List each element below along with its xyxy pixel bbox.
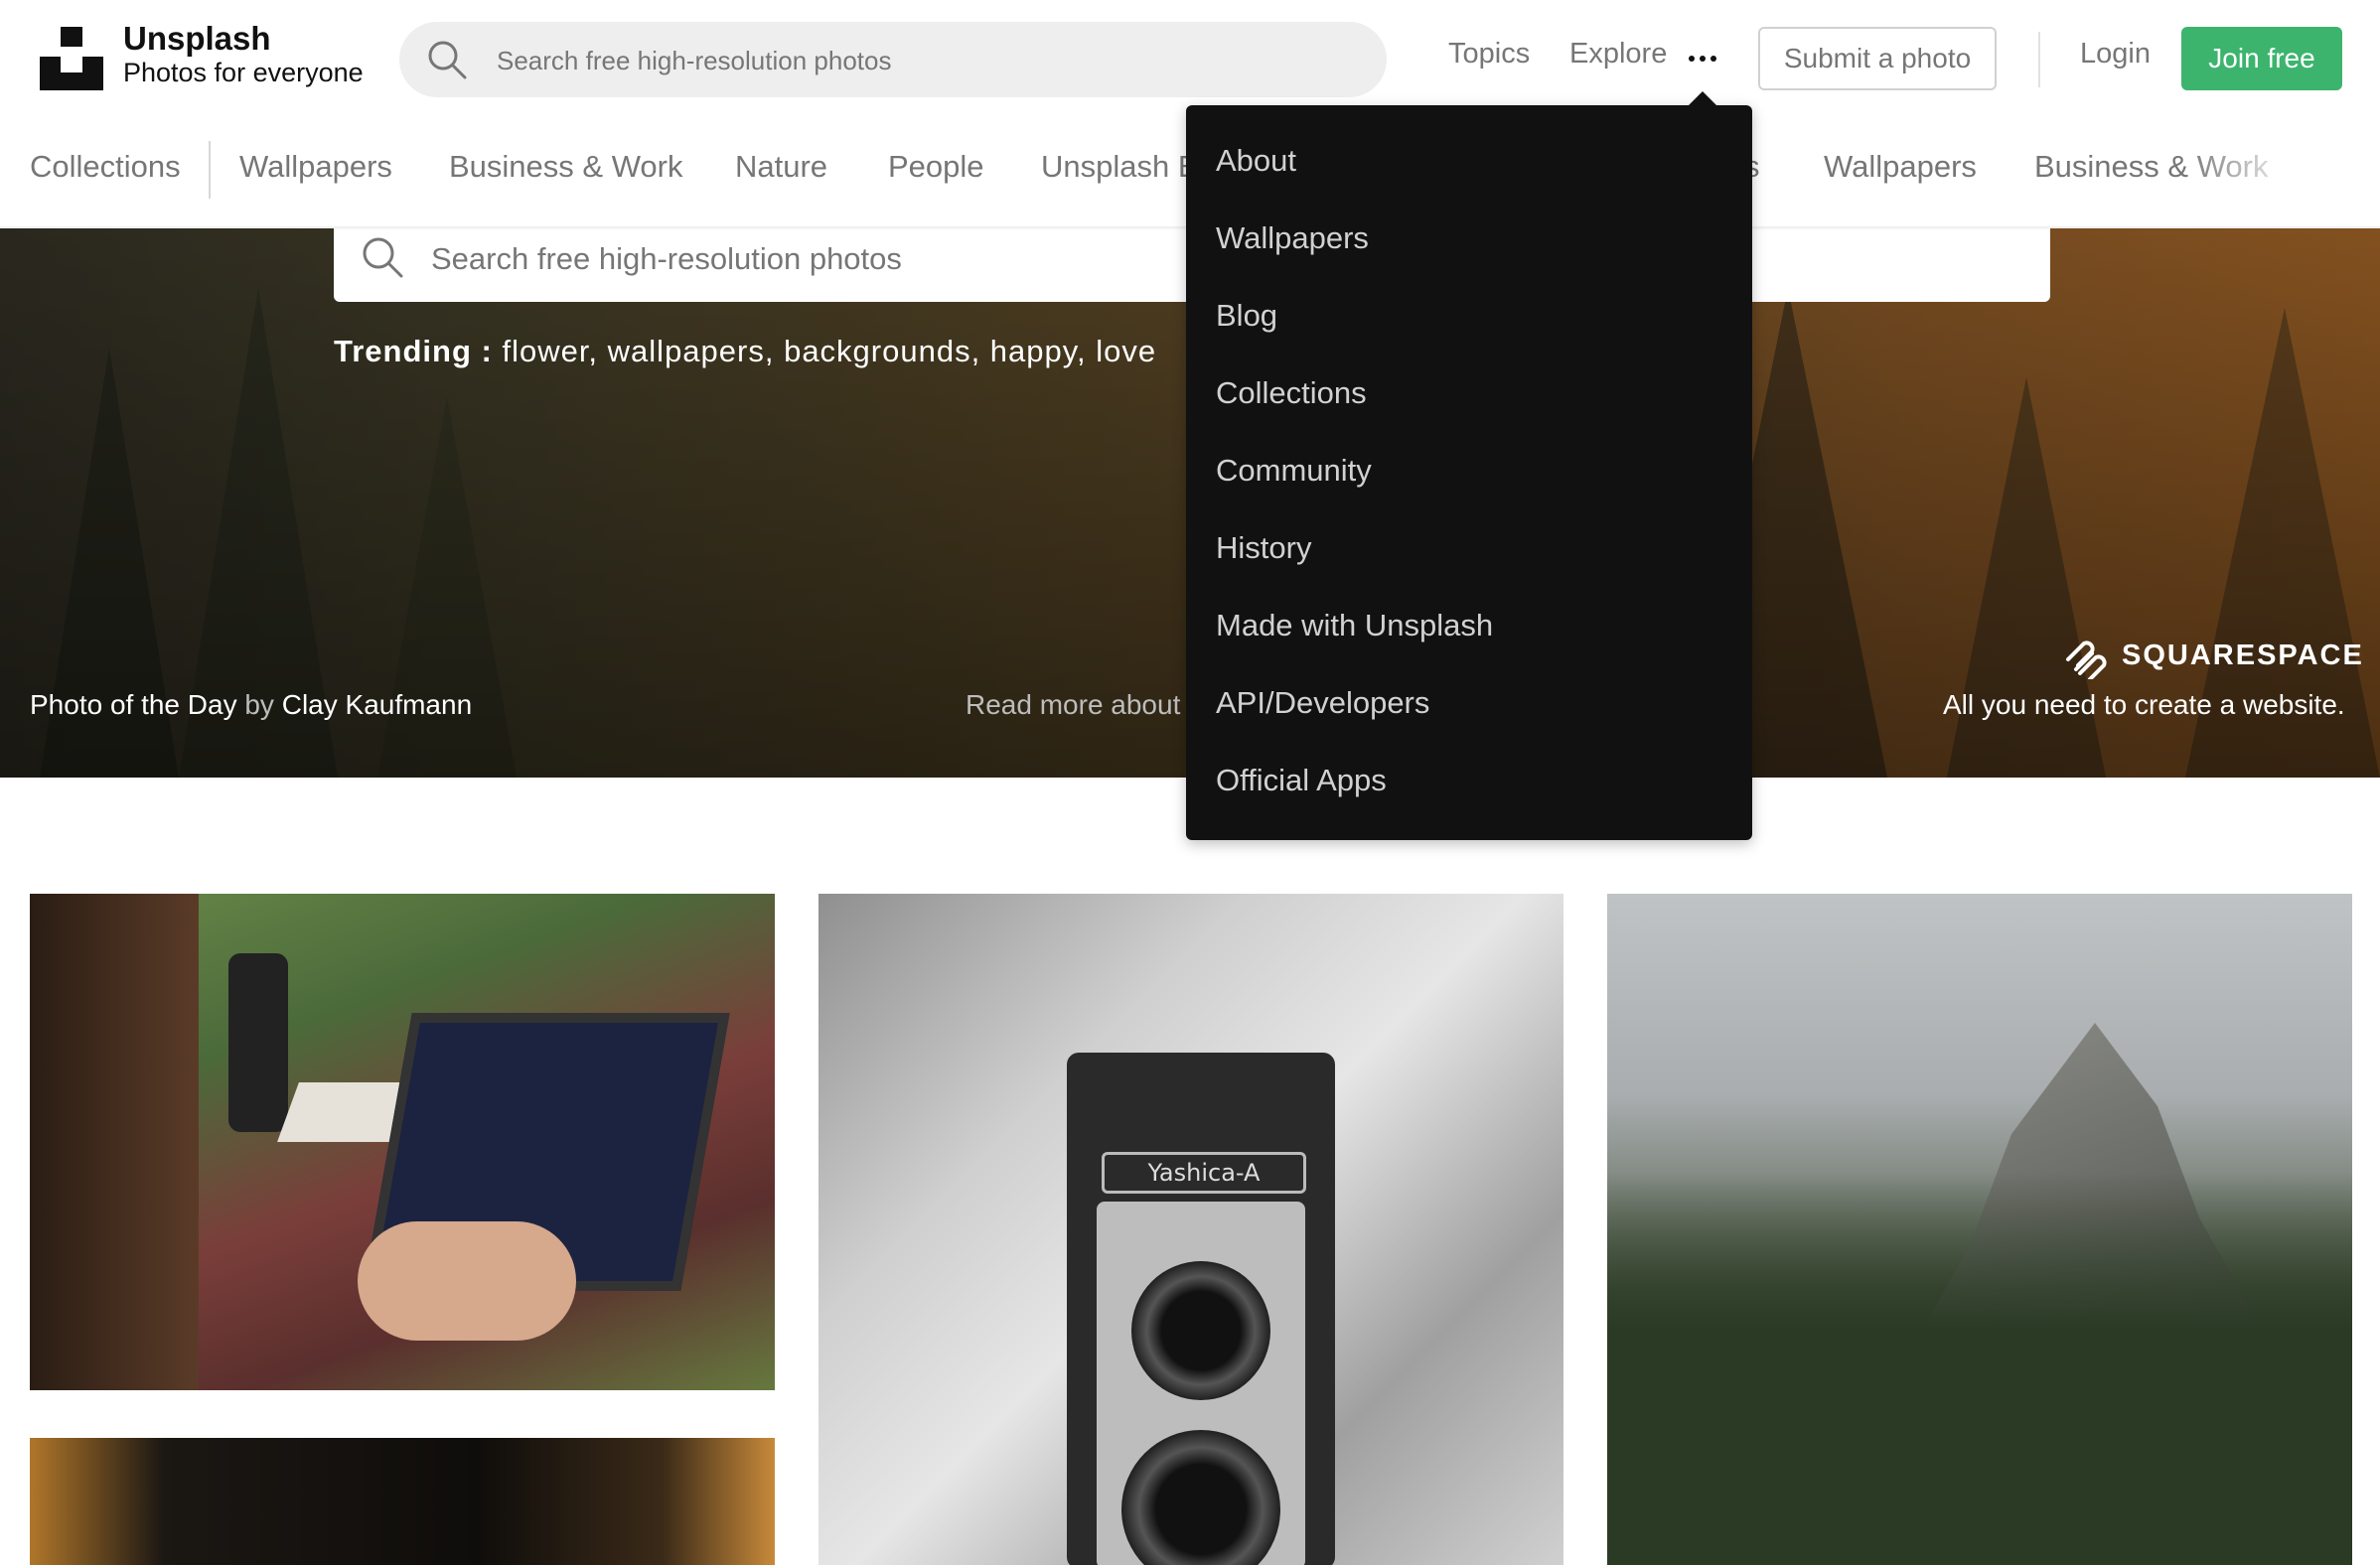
potd-label[interactable]: Photo of the Day <box>30 689 237 720</box>
menu-item-official-apps[interactable]: Official Apps <box>1216 763 1387 798</box>
topic-people[interactable]: People <box>888 149 984 185</box>
topic-divider <box>209 141 211 199</box>
menu-item-api-developers[interactable]: API/Developers <box>1216 685 1429 721</box>
trending-label: Trending : <box>334 334 493 368</box>
brand-tagline: Photos for everyone <box>123 58 364 87</box>
more-dots-icon[interactable] <box>1689 38 1720 70</box>
menu-item-history[interactable]: History <box>1216 530 1311 566</box>
trending-terms[interactable]: flower, wallpapers, backgrounds, happy, … <box>502 334 1156 368</box>
photo-dark-partial[interactable] <box>30 1438 775 1565</box>
more-menu-dropdown: About Wallpapers Blog Collections Commun… <box>1186 105 1752 840</box>
header-divider <box>2038 32 2040 87</box>
photo-of-the-day: Photo of the Day by Clay Kaufmann <box>30 689 472 721</box>
topic-unsplash-editorial[interactable]: Unsplash E <box>1041 149 1199 185</box>
menu-item-wallpapers[interactable]: Wallpapers <box>1216 220 1369 256</box>
topic-nature[interactable]: Nature <box>735 149 827 185</box>
top-header: Unsplash Photos for everyone Topics Expl… <box>0 0 2380 119</box>
logo-notch <box>61 57 82 72</box>
header-search-bar[interactable] <box>399 22 1387 99</box>
header-search-input[interactable] <box>495 22 1353 99</box>
login-link[interactable]: Login <box>2080 38 2151 71</box>
read-more-link[interactable]: Read more about <box>966 689 1180 721</box>
submit-photo-button[interactable]: Submit a photo <box>1758 27 1997 90</box>
photo-detail <box>1131 1261 1270 1400</box>
menu-item-about[interactable]: About <box>1216 143 1296 179</box>
menu-item-community[interactable]: Community <box>1216 453 1372 489</box>
search-icon[interactable] <box>425 38 469 81</box>
logo-top-block <box>61 27 82 47</box>
photo-detail: Yashica-A <box>1067 1053 1335 1565</box>
sponsor-tagline[interactable]: All you need to create a website. <box>1943 689 2345 721</box>
photo-vintage-camera[interactable]: Yashica-A <box>818 894 1563 1565</box>
potd-author[interactable]: Clay Kaufmann <box>282 689 472 720</box>
photo-detail <box>228 953 288 1132</box>
dropdown-arrow <box>1687 91 1718 107</box>
sponsor-name[interactable]: SQUARESPACE <box>2122 640 2364 672</box>
unsplash-logo[interactable] <box>40 27 103 90</box>
join-free-button[interactable]: Join free <box>2181 27 2342 90</box>
potd-by: by <box>244 689 274 720</box>
squarespace-logo[interactable] <box>2062 636 2110 679</box>
topic-fade-overlay <box>2185 119 2380 228</box>
menu-item-blog[interactable]: Blog <box>1216 298 1277 334</box>
topic-wallpapers-repeat[interactable]: Wallpapers <box>1824 149 1977 185</box>
camera-nameplate: Yashica-A <box>1102 1152 1306 1194</box>
photo-detail <box>1607 1172 2352 1565</box>
menu-item-made-with-unsplash[interactable]: Made with Unsplash <box>1216 608 1493 643</box>
nav-topics[interactable]: Topics <box>1448 38 1530 71</box>
menu-item-collections[interactable]: Collections <box>1216 375 1367 411</box>
nav-explore[interactable]: Explore <box>1569 38 1667 71</box>
brand-name[interactable]: Unsplash <box>123 20 271 58</box>
photo-laptop-picnic[interactable] <box>30 894 775 1390</box>
topic-business-work[interactable]: Business & Work <box>449 149 682 185</box>
topic-wallpapers[interactable]: Wallpapers <box>239 149 392 185</box>
trending-row: Trending : flower, wallpapers, backgroun… <box>334 334 1156 369</box>
topic-collections[interactable]: Collections <box>30 149 181 185</box>
photo-rock-formation[interactable] <box>1607 894 2352 1565</box>
search-icon[interactable] <box>360 234 405 280</box>
photo-detail <box>30 894 199 1390</box>
photo-detail <box>358 1221 576 1341</box>
